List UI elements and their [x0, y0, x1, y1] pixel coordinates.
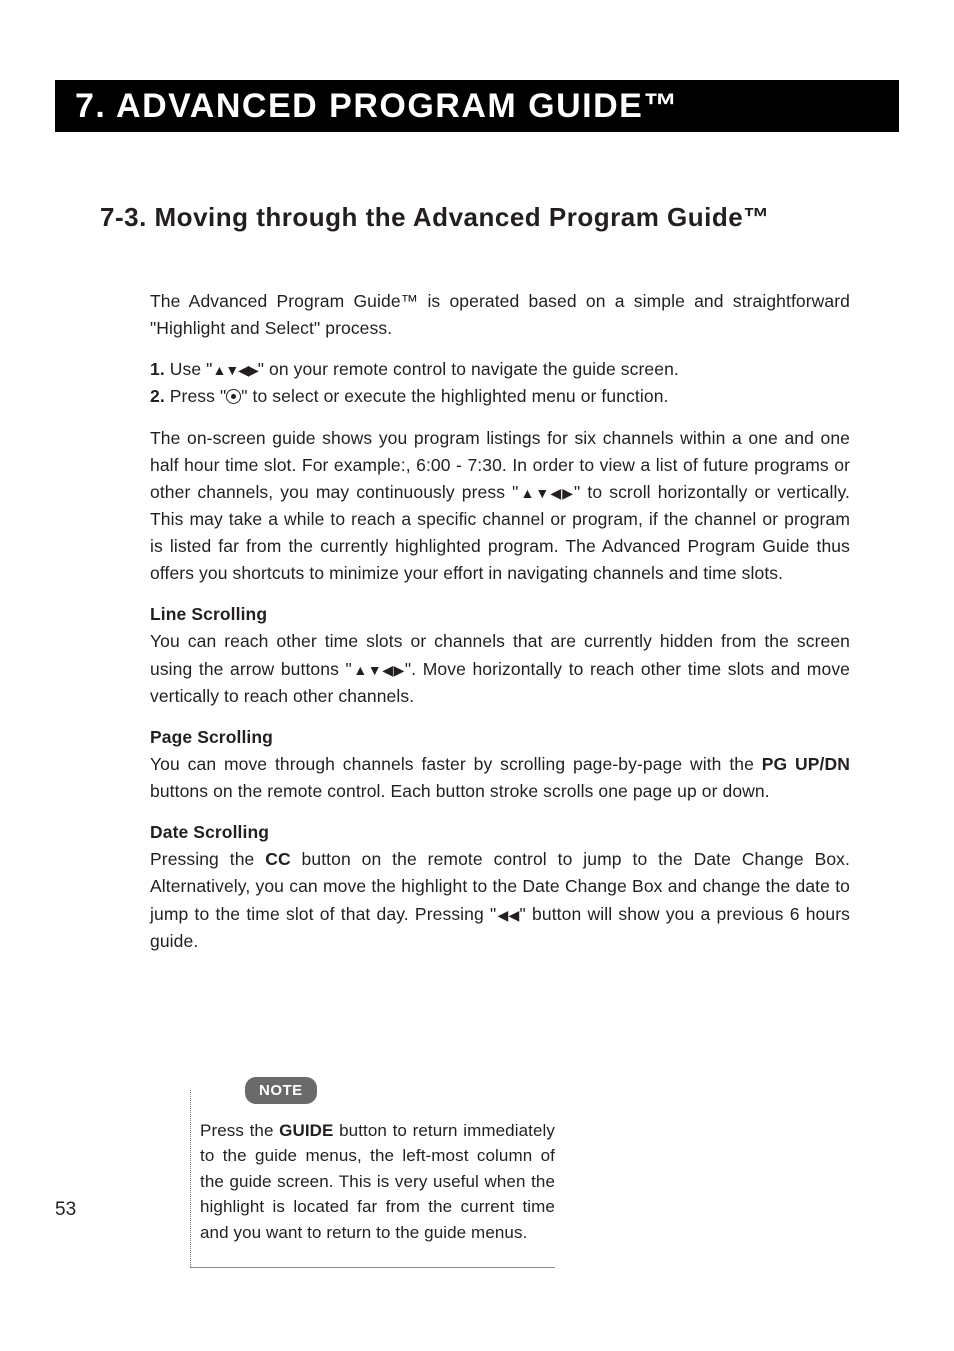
step-2: 2. Press " " to select or execute the hig… — [150, 383, 850, 410]
onscreen-paragraph: The on-screen guide shows you program li… — [150, 425, 850, 588]
arrow-keys-icon: ▲▼◀▶ — [212, 362, 257, 378]
pg-updn-label: PG UP/DN — [762, 754, 850, 774]
note-text-a: Press the — [200, 1121, 279, 1140]
intro-text: The Advanced Program Guide™ is operated … — [150, 291, 850, 338]
step-1-text-b: " on your remote control to navigate the… — [258, 359, 679, 379]
page-number: 53 — [55, 1199, 76, 1221]
page-text-a: You can move through channels faster by … — [150, 754, 762, 774]
note-label-text: NOTE — [259, 1082, 303, 1099]
chapter-title-bar: 7. ADVANCED PROGRAM GUIDE™ — [55, 80, 899, 132]
date-scrolling-body: Pressing the CC button on the remote con… — [150, 846, 850, 955]
page-text-b: buttons on the remote control. Each butt… — [150, 781, 770, 801]
date-scrolling-heading: Date Scrolling — [150, 819, 850, 846]
step-2-number: 2. — [150, 386, 165, 406]
line-scrolling-body: You can reach other time slots or channe… — [150, 628, 850, 709]
section-heading: 7-3. Moving through the Advanced Program… — [100, 202, 899, 233]
step-1-number: 1. — [150, 359, 165, 379]
arrow-keys-icon: ▲▼◀▶ — [518, 485, 574, 501]
step-1: 1. Use "▲▼◀▶" on your remote control to … — [150, 356, 850, 383]
arrow-keys-icon: ▲▼◀▶ — [352, 662, 405, 678]
line-scrolling-heading: Line Scrolling — [150, 601, 850, 628]
step-2-text-a: Press " — [165, 386, 226, 406]
manual-page: 7. ADVANCED PROGRAM GUIDE™ 7-3. Moving t… — [0, 0, 954, 1351]
body-column: The Advanced Program Guide™ is operated … — [150, 288, 850, 1268]
page-scrolling-body: You can move through channels faster by … — [150, 751, 850, 805]
date-text-a: Pressing the — [150, 849, 265, 869]
step-1-text-a: Use " — [165, 359, 213, 379]
intro-paragraph: The Advanced Program Guide™ is operated … — [150, 288, 850, 342]
left-left-arrows-icon: ◀◀ — [496, 907, 519, 923]
page-scrolling-heading: Page Scrolling — [150, 724, 850, 751]
page-number-text: 53 — [55, 1199, 76, 1220]
select-button-icon — [226, 389, 241, 404]
section-heading-text: 7-3. Moving through the Advanced Program… — [100, 202, 770, 232]
guide-button-label: GUIDE — [279, 1121, 333, 1140]
chapter-title-text: 7. ADVANCED PROGRAM GUIDE™ — [75, 87, 679, 125]
note-box: NOTE Press the GUIDE button to return im… — [190, 1090, 555, 1269]
cc-button-label: CC — [265, 849, 290, 869]
note-pill: NOTE — [245, 1077, 317, 1105]
note-left-rule — [190, 1090, 191, 1268]
step-2-text-b: " to select or execute the highlighted m… — [241, 386, 668, 406]
